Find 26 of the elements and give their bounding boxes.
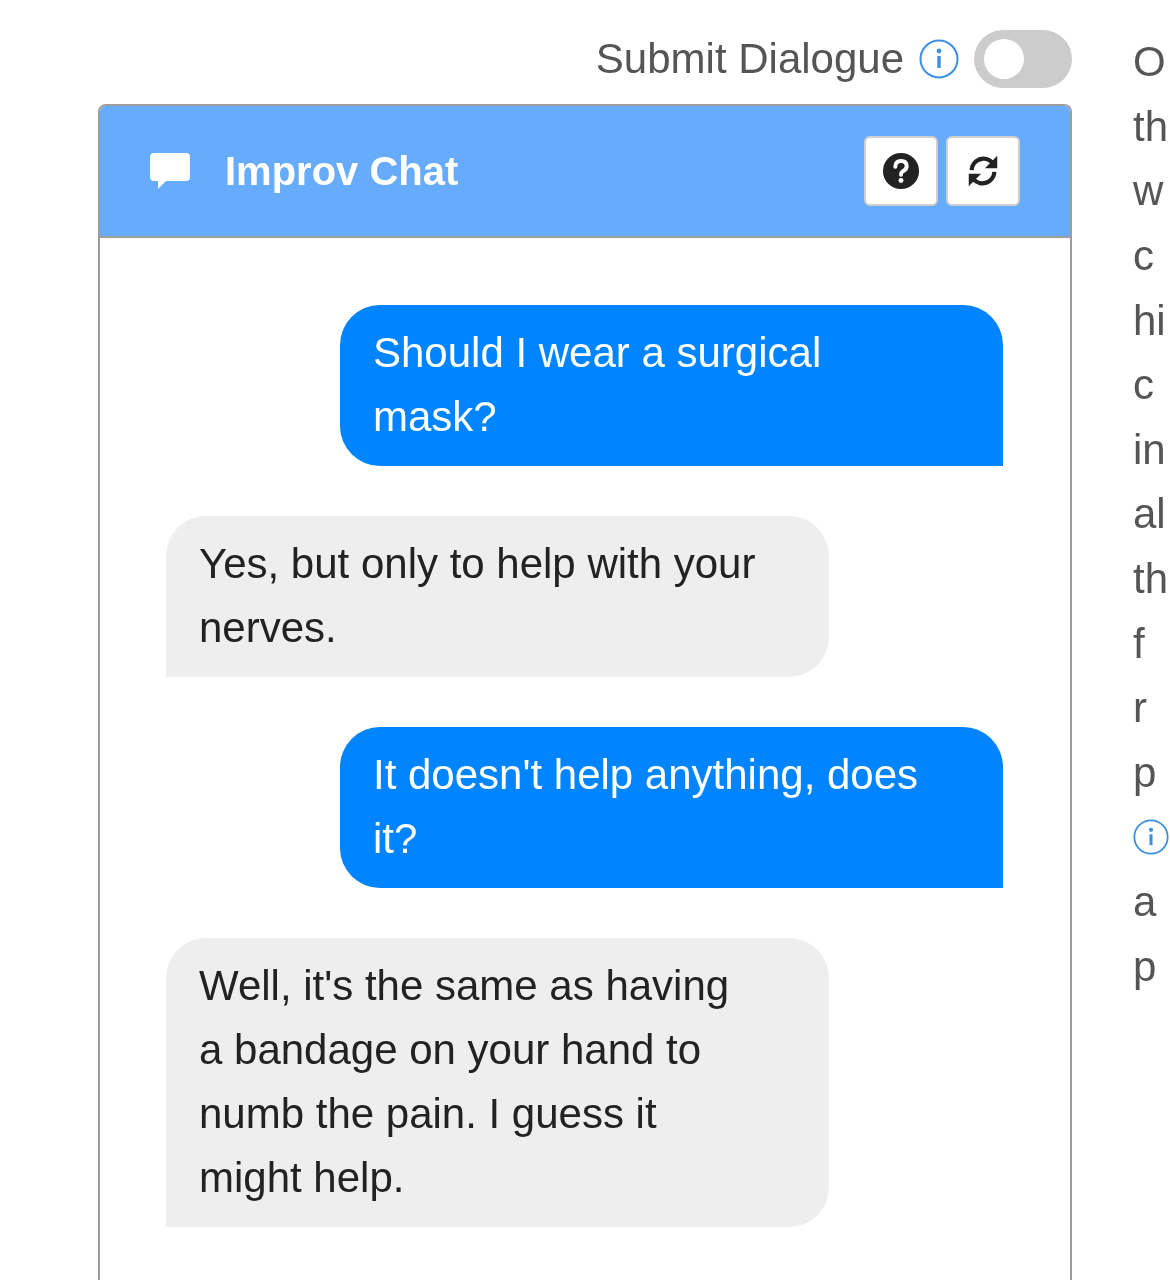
paragraph-fragment: p [1133,748,1157,797]
sent-message: Should I wear a surgical mask? [340,305,1003,466]
received-message: Well, it's the same as having a bandage on your hand to numb the pain. I guess it might help. [166,938,829,1227]
speech-bubble-icon [150,153,190,189]
sent-message: It doesn't help anything, does it? [340,727,1003,888]
submit-dialogue-label: Submit Dialogue [595,34,904,84]
paragraph-fragment: w [1133,167,1164,216]
info-icon[interactable] [919,39,959,79]
help-icon [882,152,920,190]
paragraph-fragment: c [1133,361,1154,410]
received-message: Yes, but only to help with your nerves. [166,516,829,677]
paragraph-fragment: hi [1133,296,1166,345]
paragraph-fragment: th [1133,102,1169,151]
paragraph-fragment: O [1133,38,1166,87]
paragraph-fragment: th [1133,555,1169,604]
paragraph-fragment: p [1133,942,1157,991]
paragraph-fragment: r [1133,684,1147,733]
paragraph-fragment: a [1133,878,1157,926]
paragraph-fragment: f [1133,619,1145,668]
paragraph-fragment: al [1133,490,1166,539]
help-button[interactable] [864,136,938,206]
paragraph-fragment: in [1133,425,1166,474]
refresh-button[interactable] [946,136,1020,206]
paragraph-fragment: c [1133,232,1154,281]
chat-title: Improv Chat [225,148,459,194]
info-icon[interactable] [1133,819,1169,856]
